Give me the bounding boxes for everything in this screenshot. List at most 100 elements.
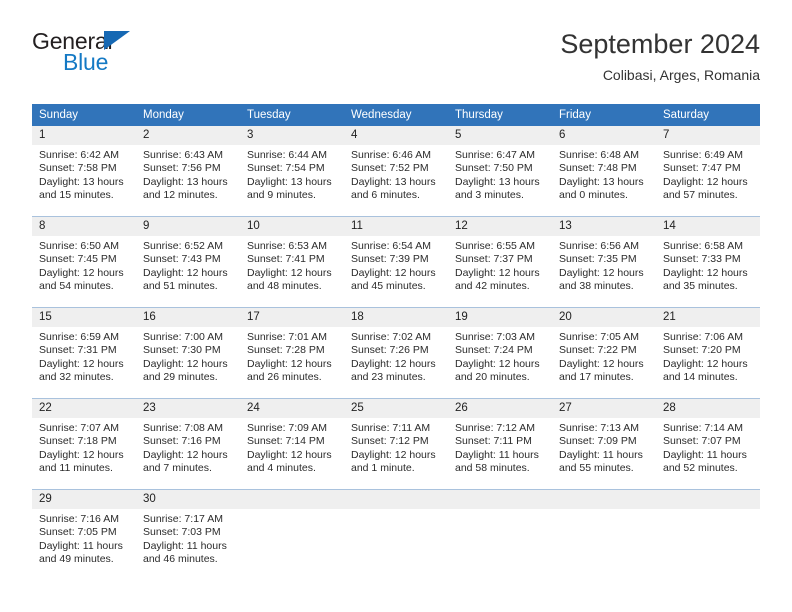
day-sun-info: Sunrise: 7:01 AM Sunset: 7:28 PM Daylight:… <box>240 327 344 385</box>
calendar-day-cell[interactable]: 15 Sunrise: 6:59 AM Sunset: 7:31 PM Dayligh… <box>32 308 136 398</box>
sunrise-text: Sunrise: 7:08 AM <box>143 422 223 434</box>
daylight-text: Daylight: 12 hours and 32 minutes. <box>39 357 124 384</box>
daylight-text: Daylight: 12 hours and 48 minutes. <box>247 266 332 293</box>
calendar-day-cell[interactable]: 10 Sunrise: 6:53 AM Sunset: 7:41 PM Dayligh… <box>240 217 344 307</box>
day-number: 5 <box>448 126 552 145</box>
daylight-text: Daylight: 13 hours and 0 minutes. <box>559 175 644 202</box>
day-number: 30 <box>136 490 240 509</box>
sunset-text: Sunset: 7:48 PM <box>559 162 637 175</box>
calendar-day-cell[interactable]: 27 Sunrise: 7:13 AM Sunset: 7:09 PM Dayligh… <box>552 399 656 489</box>
sunset-text: Sunset: 7:35 PM <box>559 253 637 266</box>
calendar-day-cell[interactable]: 26 Sunrise: 7:12 AM Sunset: 7:11 PM Dayligh… <box>448 399 552 489</box>
daylight-text: Daylight: 12 hours and 42 minutes. <box>455 266 540 293</box>
calendar-day-cell-empty <box>552 490 656 580</box>
calendar-day-cell[interactable]: 20 Sunrise: 7:05 AM Sunset: 7:22 PM Dayligh… <box>552 308 656 398</box>
sunset-text: Sunset: 7:50 PM <box>455 162 533 175</box>
sunrise-text: Sunrise: 7:05 AM <box>559 331 639 343</box>
day-number: 4 <box>344 126 448 145</box>
sunset-text: Sunset: 7:58 PM <box>39 162 117 175</box>
calendar-day-cell[interactable]: 29 Sunrise: 7:16 AM Sunset: 7:05 PM Dayligh… <box>32 490 136 580</box>
day-number: 14 <box>656 217 760 236</box>
daylight-text: Daylight: 12 hours and 51 minutes. <box>143 266 228 293</box>
sunset-text: Sunset: 7:20 PM <box>663 344 741 357</box>
weekday-header-friday: Friday <box>552 104 656 126</box>
weekday-header-monday: Monday <box>136 104 240 126</box>
day-sun-info: Sunrise: 6:47 AM Sunset: 7:50 PM Daylight:… <box>448 145 552 203</box>
day-number <box>240 490 344 509</box>
calendar-day-cell[interactable]: 23 Sunrise: 7:08 AM Sunset: 7:16 PM Dayligh… <box>136 399 240 489</box>
calendar-day-cell[interactable]: 9 Sunrise: 6:52 AM Sunset: 7:43 PM Daylight… <box>136 217 240 307</box>
day-sun-info: Sunrise: 6:44 AM Sunset: 7:54 PM Daylight:… <box>240 145 344 203</box>
calendar-day-cell[interactable]: 21 Sunrise: 7:06 AM Sunset: 7:20 PM Dayligh… <box>656 308 760 398</box>
day-number: 10 <box>240 217 344 236</box>
sunrise-text: Sunrise: 7:17 AM <box>143 513 223 525</box>
calendar-week-row: 29 Sunrise: 7:16 AM Sunset: 7:05 PM Dayligh… <box>32 489 760 580</box>
sunrise-text: Sunrise: 6:44 AM <box>247 149 327 161</box>
calendar-day-cell[interactable]: 16 Sunrise: 7:00 AM Sunset: 7:30 PM Dayligh… <box>136 308 240 398</box>
sunrise-text: Sunrise: 7:00 AM <box>143 331 223 343</box>
calendar-day-cell[interactable]: 4 Sunrise: 6:46 AM Sunset: 7:52 PM Daylight… <box>344 126 448 216</box>
calendar-day-cell[interactable]: 22 Sunrise: 7:07 AM Sunset: 7:18 PM Dayligh… <box>32 399 136 489</box>
sunrise-text: Sunrise: 6:53 AM <box>247 240 327 252</box>
sunset-text: Sunset: 7:07 PM <box>663 435 741 448</box>
weekday-header-thursday: Thursday <box>448 104 552 126</box>
day-number: 13 <box>552 217 656 236</box>
day-number: 24 <box>240 399 344 418</box>
sunrise-text: Sunrise: 6:47 AM <box>455 149 535 161</box>
calendar-day-cell[interactable]: 5 Sunrise: 6:47 AM Sunset: 7:50 PM Daylight… <box>448 126 552 216</box>
day-number <box>656 490 760 509</box>
calendar-day-cell[interactable]: 6 Sunrise: 6:48 AM Sunset: 7:48 PM Daylight… <box>552 126 656 216</box>
day-number: 19 <box>448 308 552 327</box>
daylight-text: Daylight: 12 hours and 29 minutes. <box>143 357 228 384</box>
calendar-page: General Blue September 2024 Colibasi, Ar… <box>0 0 792 612</box>
calendar-day-cell[interactable]: 11 Sunrise: 6:54 AM Sunset: 7:39 PM Dayligh… <box>344 217 448 307</box>
sunrise-text: Sunrise: 7:16 AM <box>39 513 119 525</box>
day-sun-info: Sunrise: 7:09 AM Sunset: 7:14 PM Daylight:… <box>240 418 344 476</box>
day-sun-info: Sunrise: 7:17 AM Sunset: 7:03 PM Daylight:… <box>136 509 240 567</box>
day-sun-info: Sunrise: 7:00 AM Sunset: 7:30 PM Daylight:… <box>136 327 240 385</box>
calendar-day-cell[interactable]: 17 Sunrise: 7:01 AM Sunset: 7:28 PM Dayligh… <box>240 308 344 398</box>
day-number: 6 <box>552 126 656 145</box>
sunset-text: Sunset: 7:33 PM <box>663 253 741 266</box>
sunrise-text: Sunrise: 6:56 AM <box>559 240 639 252</box>
generalblue-logo: General Blue <box>32 28 282 86</box>
sunset-text: Sunset: 7:37 PM <box>455 253 533 266</box>
calendar-day-cell[interactable]: 19 Sunrise: 7:03 AM Sunset: 7:24 PM Dayligh… <box>448 308 552 398</box>
day-sun-info: Sunrise: 6:54 AM Sunset: 7:39 PM Daylight:… <box>344 236 448 294</box>
calendar-day-cell[interactable]: 12 Sunrise: 6:55 AM Sunset: 7:37 PM Dayligh… <box>448 217 552 307</box>
sunrise-text: Sunrise: 7:02 AM <box>351 331 431 343</box>
daylight-text: Daylight: 13 hours and 12 minutes. <box>143 175 228 202</box>
sunrise-text: Sunrise: 6:42 AM <box>39 149 119 161</box>
sunset-text: Sunset: 7:43 PM <box>143 253 221 266</box>
calendar-day-cell[interactable]: 18 Sunrise: 7:02 AM Sunset: 7:26 PM Dayligh… <box>344 308 448 398</box>
calendar-day-cell[interactable]: 28 Sunrise: 7:14 AM Sunset: 7:07 PM Dayligh… <box>656 399 760 489</box>
calendar-day-cell[interactable]: 7 Sunrise: 6:49 AM Sunset: 7:47 PM Daylight… <box>656 126 760 216</box>
day-sun-info: Sunrise: 7:12 AM Sunset: 7:11 PM Daylight:… <box>448 418 552 476</box>
day-sun-info: Sunrise: 6:53 AM Sunset: 7:41 PM Daylight:… <box>240 236 344 294</box>
daylight-text: Daylight: 12 hours and 54 minutes. <box>39 266 124 293</box>
daylight-text: Daylight: 12 hours and 38 minutes. <box>559 266 644 293</box>
calendar-week-row: 1 Sunrise: 6:42 AM Sunset: 7:58 PM Daylight… <box>32 126 760 217</box>
day-sun-info: Sunrise: 6:58 AM Sunset: 7:33 PM Daylight:… <box>656 236 760 294</box>
sunset-text: Sunset: 7:05 PM <box>39 526 117 539</box>
sunset-text: Sunset: 7:22 PM <box>559 344 637 357</box>
calendar-day-cell[interactable]: 8 Sunrise: 6:50 AM Sunset: 7:45 PM Daylight… <box>32 217 136 307</box>
day-number: 15 <box>32 308 136 327</box>
calendar-day-cell[interactable]: 25 Sunrise: 7:11 AM Sunset: 7:12 PM Dayligh… <box>344 399 448 489</box>
page-header: General Blue September 2024 Colibasi, Ar… <box>32 28 760 98</box>
calendar-day-cell[interactable]: 2 Sunrise: 6:43 AM Sunset: 7:56 PM Daylight… <box>136 126 240 216</box>
daylight-text: Daylight: 11 hours and 52 minutes. <box>663 448 747 475</box>
day-number: 29 <box>32 490 136 509</box>
day-number: 22 <box>32 399 136 418</box>
sunrise-text: Sunrise: 7:12 AM <box>455 422 535 434</box>
day-number: 1 <box>32 126 136 145</box>
weekday-header-sunday: Sunday <box>32 104 136 126</box>
day-number: 3 <box>240 126 344 145</box>
calendar-day-cell[interactable]: 24 Sunrise: 7:09 AM Sunset: 7:14 PM Dayligh… <box>240 399 344 489</box>
calendar-day-cell[interactable]: 3 Sunrise: 6:44 AM Sunset: 7:54 PM Daylight… <box>240 126 344 216</box>
calendar-day-cell[interactable]: 13 Sunrise: 6:56 AM Sunset: 7:35 PM Dayligh… <box>552 217 656 307</box>
calendar-day-cell[interactable]: 14 Sunrise: 6:58 AM Sunset: 7:33 PM Dayligh… <box>656 217 760 307</box>
calendar-day-cell[interactable]: 1 Sunrise: 6:42 AM Sunset: 7:58 PM Daylight… <box>32 126 136 216</box>
day-sun-info: Sunrise: 6:50 AM Sunset: 7:45 PM Daylight:… <box>32 236 136 294</box>
calendar-day-cell[interactable]: 30 Sunrise: 7:17 AM Sunset: 7:03 PM Dayligh… <box>136 490 240 580</box>
